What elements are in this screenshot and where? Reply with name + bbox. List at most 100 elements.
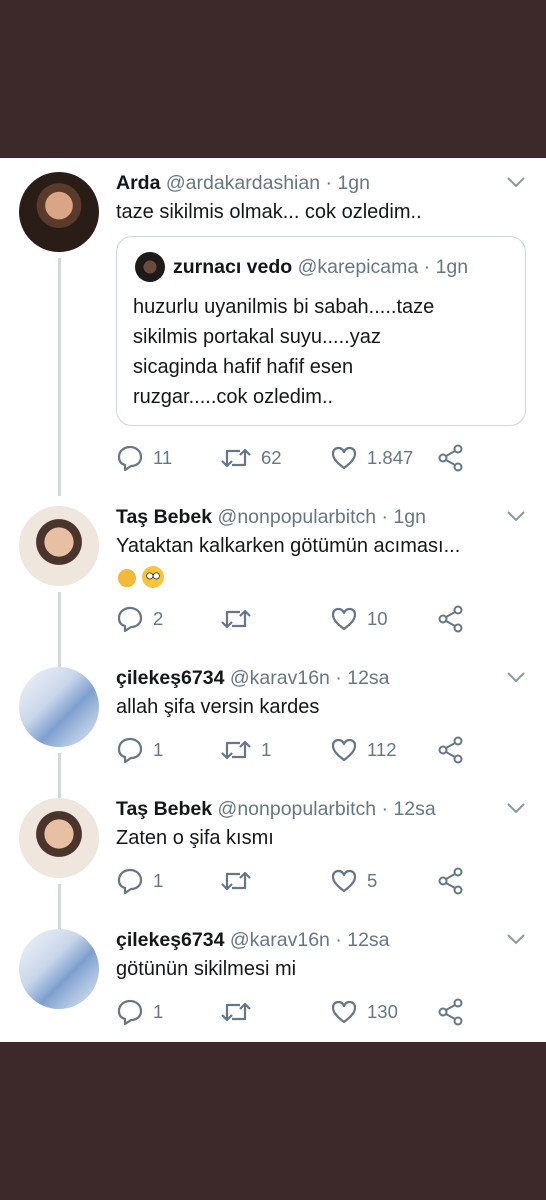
share-icon [438, 444, 463, 472]
share-button[interactable] [438, 604, 464, 634]
avatar[interactable] [19, 506, 99, 586]
avatar[interactable] [19, 929, 99, 1009]
share-icon [438, 998, 463, 1026]
like-count: 10 [367, 608, 388, 629]
handle[interactable]: @karav16n [230, 667, 330, 689]
chevron-down-icon[interactable] [504, 798, 528, 818]
reply-count: 1 [153, 739, 164, 760]
retweet-icon [221, 1002, 251, 1022]
display-name[interactable]: çilekeş6734 [116, 667, 224, 689]
heart-icon [331, 738, 357, 762]
handle[interactable]: @karav16n [230, 929, 330, 951]
like-count: 1.847 [367, 447, 414, 468]
timestamp[interactable]: 1gn [393, 506, 426, 528]
retweet-count: 1 [261, 739, 272, 760]
share-icon [438, 867, 463, 895]
display-name: zurnacı vedo [173, 256, 293, 278]
tweet-text: Yataktan kalkarken götümün acıması... [116, 535, 461, 557]
share-icon [438, 736, 463, 764]
like-button[interactable]: 112 [330, 735, 397, 765]
reply-count: 11 [153, 447, 173, 468]
share-button[interactable] [438, 866, 464, 896]
folded-hands-icon [116, 565, 138, 588]
tweet-text: Zaten o şifa kısmı [116, 827, 274, 849]
retweet-icon [221, 609, 251, 629]
chevron-down-icon[interactable] [504, 667, 528, 687]
reply-icon [117, 606, 143, 633]
avatar[interactable] [19, 798, 99, 878]
tweet-actions: 2 10 [116, 604, 516, 634]
like-count: 112 [367, 739, 397, 760]
retweet-button[interactable]: 1 [220, 735, 271, 765]
timestamp[interactable]: 12sa [347, 667, 389, 689]
reply-button[interactable]: 1 [116, 735, 163, 765]
tweet-header: Taş Bebek @nonpopularbitch · 1gn [116, 506, 426, 528]
like-button[interactable]: 5 [330, 866, 377, 896]
retweet-button[interactable] [220, 866, 261, 896]
quoted-tweet-text: huzurlu uyanilmis bi sabah.....taze siki… [133, 296, 435, 408]
reply-button[interactable]: 1 [116, 866, 163, 896]
retweet-icon [221, 871, 251, 891]
handle[interactable]: @nonpopularbitch [218, 506, 377, 528]
tweet-thread-panel: Arda @ardakardashian · 1gn taze sikilmis… [0, 158, 546, 1042]
like-button[interactable]: 130 [330, 997, 398, 1027]
heart-icon [331, 869, 357, 893]
tweet-actions: 1 130 [116, 997, 516, 1027]
heart-icon [331, 446, 357, 470]
reply-button[interactable]: 1 [116, 997, 163, 1027]
retweet-icon [221, 448, 251, 468]
chevron-down-icon[interactable] [504, 506, 528, 526]
heart-icon [331, 607, 357, 631]
reply-icon [117, 999, 143, 1026]
timestamp[interactable]: 12sa [393, 798, 435, 820]
tweet-actions: 1 5 [116, 866, 516, 896]
display-name[interactable]: Arda [116, 172, 160, 194]
retweet-count: 62 [261, 447, 282, 468]
tweet-text: taze sikilmis olmak... cok ozledim.. [116, 201, 422, 223]
reply-button[interactable]: 2 [116, 604, 163, 634]
tweet-header: çilekeş6734 @karav16n · 12sa [116, 667, 390, 689]
like-button[interactable]: 1.847 [330, 443, 413, 473]
reply-icon [117, 737, 143, 764]
avatar[interactable] [19, 172, 99, 252]
tweet-text: allah şifa versin kardes [116, 696, 320, 718]
display-name[interactable]: Taş Bebek [116, 798, 212, 820]
handle[interactable]: @nonpopularbitch [218, 798, 377, 820]
retweet-button[interactable] [220, 604, 261, 634]
tweet-header: Taş Bebek @nonpopularbitch · 12sa [116, 798, 436, 820]
handle[interactable]: @ardakardashian [166, 172, 320, 194]
timestamp[interactable]: 12sa [347, 929, 389, 951]
tweet-header: çilekeş6734 @karav16n · 12sa [116, 929, 390, 951]
reply-icon [117, 868, 143, 895]
timestamp[interactable]: 1gn [337, 172, 370, 194]
flushed-face-icon [142, 565, 164, 588]
avatar [135, 252, 165, 282]
like-button[interactable]: 10 [330, 604, 388, 634]
like-count: 5 [367, 870, 378, 891]
avatar[interactable] [19, 667, 99, 747]
emoji-row [116, 562, 168, 590]
thread-line [58, 258, 61, 496]
thread-line [58, 753, 61, 799]
tweet-header: Arda @ardakardashian · 1gn [116, 172, 370, 194]
share-button[interactable] [438, 443, 464, 473]
share-icon [438, 605, 463, 633]
chevron-down-icon[interactable] [504, 929, 528, 949]
share-button[interactable] [438, 735, 464, 765]
share-button[interactable] [438, 997, 464, 1027]
quoted-tweet[interactable]: zurnacı vedo @karepicama · 1gn huzurlu u… [116, 236, 526, 426]
chevron-down-icon[interactable] [504, 172, 528, 192]
retweet-button[interactable] [220, 997, 261, 1027]
heart-icon [331, 1000, 357, 1024]
tweet-actions: 1 1 112 [116, 735, 516, 765]
display-name[interactable]: çilekeş6734 [116, 929, 224, 951]
quoted-tweet-header: zurnacı vedo @karepicama · 1gn [173, 256, 469, 278]
handle: @karepicama [297, 256, 419, 278]
like-count: 130 [367, 1001, 398, 1022]
reply-button[interactable]: 11 [116, 443, 172, 473]
display-name[interactable]: Taş Bebek [116, 506, 212, 528]
retweet-button[interactable]: 62 [220, 443, 282, 473]
thread-line [58, 592, 61, 668]
tweet-actions: 11 62 1.847 [116, 443, 516, 473]
reply-count: 1 [153, 1001, 164, 1022]
